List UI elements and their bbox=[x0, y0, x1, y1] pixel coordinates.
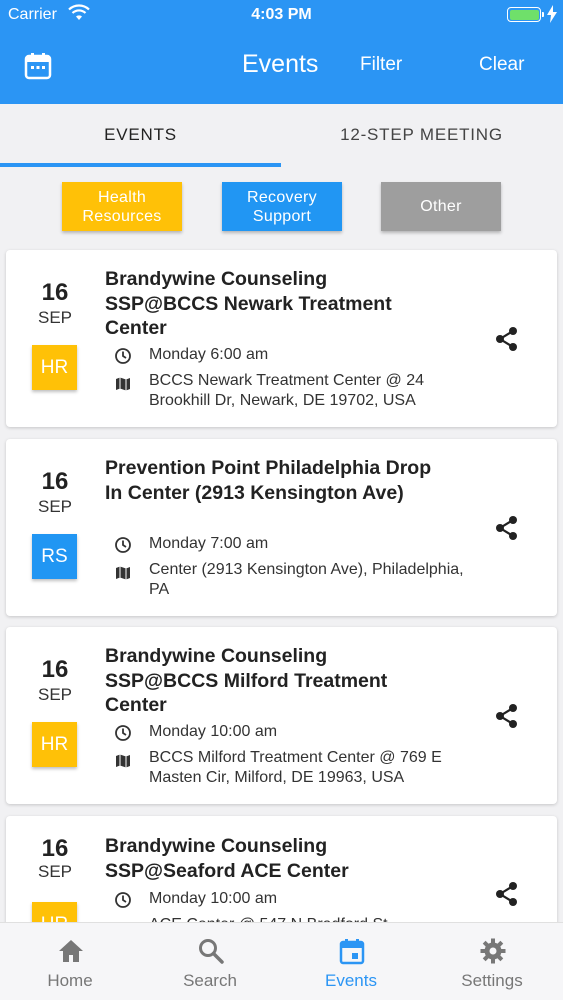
gear-icon bbox=[480, 938, 506, 964]
calendar-icon[interactable] bbox=[24, 52, 52, 80]
event-location: BCCS Newark Treatment Center @ 24 Brookh… bbox=[114, 371, 454, 415]
clock-icon bbox=[115, 892, 131, 908]
event-month: SEP bbox=[37, 685, 73, 704]
event-location-text: Center (2913 Kensington Ave), Philadelph… bbox=[149, 561, 464, 598]
event-time: Monday 10:00 am bbox=[114, 889, 454, 911]
event-time: Monday 6:00 am bbox=[114, 345, 454, 367]
map-icon bbox=[116, 754, 130, 768]
event-month: SEP bbox=[37, 308, 73, 327]
home-icon bbox=[59, 940, 83, 962]
event-location-text: BCCS Newark Treatment Center @ 24 Brookh… bbox=[149, 372, 425, 409]
bottom-navigation: Home Search Events Settings bbox=[0, 922, 563, 1000]
filter-button[interactable]: Filter bbox=[360, 54, 402, 76]
event-location: Center (2913 Kensington Ave), Philadelph… bbox=[114, 560, 464, 604]
share-icon[interactable] bbox=[492, 879, 522, 909]
nav-settings[interactable]: Settings bbox=[422, 923, 562, 1000]
event-month: SEP bbox=[37, 862, 73, 881]
calendar-icon bbox=[339, 939, 365, 965]
event-day: 16 bbox=[41, 279, 69, 306]
recovery-support-filter-chip[interactable]: Recovery Support bbox=[222, 182, 342, 231]
event-day: 16 bbox=[41, 835, 69, 862]
map-icon bbox=[116, 566, 130, 580]
tab-bar: EVENTS 12-STEP MEETING bbox=[0, 104, 563, 170]
status-bar: Carrier 4:03 PM bbox=[0, 0, 563, 30]
event-time-text: Monday 10:00 am bbox=[149, 723, 278, 740]
search-icon bbox=[199, 939, 224, 964]
health-resources-filter-chip[interactable]: Health Resources bbox=[62, 182, 182, 231]
clock-icon bbox=[115, 537, 131, 553]
event-location-text: BCCS Milford Treatment Center @ 769 E Ma… bbox=[149, 749, 442, 786]
nav-search-label: Search bbox=[183, 971, 237, 990]
battery-icon bbox=[507, 7, 544, 22]
share-icon[interactable] bbox=[492, 513, 522, 543]
clock-icon bbox=[115, 725, 131, 741]
nav-home-label: Home bbox=[47, 971, 93, 990]
event-title: Brandywine Counseling SSP@Seaford ACE Ce… bbox=[105, 835, 349, 882]
share-icon[interactable] bbox=[492, 701, 522, 731]
tab-12-step-meeting[interactable]: 12-STEP MEETING bbox=[281, 104, 562, 170]
event-location: BCCS Milford Treatment Center @ 769 E Ma… bbox=[114, 748, 454, 792]
category-badge: HR bbox=[32, 345, 77, 390]
event-card[interactable]: 16 SEP HR Brandywine Counseling SSP@Seaf… bbox=[6, 816, 557, 936]
event-time: Monday 10:00 am bbox=[114, 722, 454, 744]
app-header: Carrier 4:03 PM Events Filter Clear bbox=[0, 0, 563, 104]
event-title: Brandywine Counseling SSP@BCCS Milford T… bbox=[105, 645, 388, 716]
event-day: 16 bbox=[41, 656, 69, 683]
map-icon bbox=[116, 377, 130, 391]
clear-button[interactable]: Clear bbox=[479, 54, 524, 76]
tab-events[interactable]: EVENTS bbox=[0, 104, 281, 170]
event-month: SEP bbox=[37, 497, 73, 516]
charging-icon bbox=[547, 5, 557, 23]
nav-settings-label: Settings bbox=[461, 971, 523, 990]
page-title: Events bbox=[242, 50, 319, 78]
category-badge: RS bbox=[32, 534, 77, 579]
nav-events-label: Events bbox=[325, 971, 377, 990]
event-title: Prevention Point Philadelphia Drop In Ce… bbox=[105, 457, 432, 504]
share-icon[interactable] bbox=[492, 324, 522, 354]
other-filter-chip[interactable]: Other bbox=[381, 182, 501, 231]
event-card[interactable]: 16 SEP HR Brandywine Counseling SSP@BCCS… bbox=[6, 250, 557, 427]
event-card[interactable]: 16 SEP RS Prevention Point Philadelphia … bbox=[6, 439, 557, 616]
clock-icon bbox=[115, 348, 131, 364]
event-title: Brandywine Counseling SSP@BCCS Newark Tr… bbox=[105, 268, 392, 339]
nav-events[interactable]: Events bbox=[281, 923, 421, 1000]
event-card[interactable]: 16 SEP HR Brandywine Counseling SSP@BCCS… bbox=[6, 627, 557, 804]
nav-home[interactable]: Home bbox=[0, 923, 140, 1000]
active-tab-indicator bbox=[0, 163, 281, 167]
event-time-text: Monday 10:00 am bbox=[149, 890, 278, 907]
nav-search[interactable]: Search bbox=[140, 923, 280, 1000]
event-day: 16 bbox=[41, 468, 69, 495]
event-time: Monday 7:00 am bbox=[114, 534, 454, 556]
clock: 4:03 PM bbox=[251, 6, 312, 23]
event-time-text: Monday 6:00 am bbox=[149, 346, 269, 363]
event-time-text: Monday 7:00 am bbox=[149, 535, 269, 552]
category-badge: HR bbox=[32, 722, 77, 767]
